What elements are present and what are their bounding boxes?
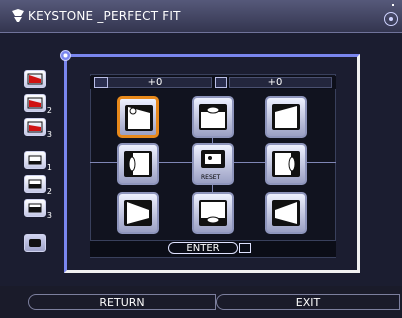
screen-number: 3 <box>46 211 52 220</box>
exit-button[interactable]: EXIT <box>216 294 400 310</box>
screen-icon <box>28 203 42 213</box>
left-edge-icon <box>124 151 152 177</box>
page-title: KEYSTONE _PERFECT FIT <box>28 9 181 23</box>
bottom-edge-icon <box>199 200 227 226</box>
indicator-dot <box>392 4 394 6</box>
settings-icon[interactable] <box>384 12 398 26</box>
keystone-icon <box>12 9 24 22</box>
bottom-left-corner-icon <box>124 200 152 226</box>
memory-number: 3 <box>46 130 52 139</box>
top-right-corner-icon <box>272 104 300 130</box>
tile-reset[interactable]: RESET <box>192 143 234 185</box>
vertical-arrows-icon <box>215 77 227 88</box>
memory-icon <box>27 121 43 133</box>
memory-button-1[interactable] <box>24 70 46 88</box>
tile-top-right-corner[interactable] <box>265 96 307 138</box>
top-left-corner-icon <box>125 105 153 131</box>
screen-number: 2 <box>46 187 52 196</box>
right-edge-icon <box>272 151 300 177</box>
bottom-right-corner-icon <box>272 200 300 226</box>
screen-number: 1 <box>46 163 52 172</box>
memory-button-3[interactable]: 3 <box>24 118 52 139</box>
screen-button-1[interactable]: 1 <box>24 151 52 172</box>
keystone-perfect-fit-screen: KEYSTONE _PERFECT FIT 2 3 1 2 3 +0 +0 RE… <box>0 0 402 318</box>
screen-icon <box>28 179 42 189</box>
tile-bottom-left-corner[interactable] <box>117 192 159 234</box>
horizontal-arrows-icon <box>94 77 108 88</box>
tile-top-edge[interactable] <box>192 96 234 138</box>
screen-button-3[interactable]: 3 <box>24 199 52 220</box>
reset-icon <box>201 150 225 168</box>
tile-right-edge[interactable] <box>265 143 307 185</box>
blank-button[interactable] <box>24 234 46 252</box>
memory-number: 2 <box>46 106 52 115</box>
tile-left-edge[interactable] <box>117 143 159 185</box>
memory-icon <box>27 97 43 109</box>
reset-label: RESET <box>201 174 221 181</box>
tile-bottom-right-corner[interactable] <box>265 192 307 234</box>
blank-icon <box>29 239 41 247</box>
screen-icon <box>28 155 42 165</box>
enter-icon <box>239 243 251 253</box>
tile-top-left-corner[interactable] <box>117 96 159 138</box>
top-edge-icon <box>199 104 227 130</box>
memory-icon <box>27 73 43 85</box>
return-button[interactable]: RETURN <box>28 294 216 310</box>
enter-button[interactable]: ENTER <box>168 242 238 254</box>
memory-button-2[interactable]: 2 <box>24 94 52 115</box>
horizontal-value: +0 <box>147 77 163 88</box>
tile-bottom-edge[interactable] <box>192 192 234 234</box>
screen-button-2[interactable]: 2 <box>24 175 52 196</box>
frame-corner-dot <box>60 50 71 61</box>
title-bar: KEYSTONE _PERFECT FIT <box>0 0 402 33</box>
vertical-value: +0 <box>267 77 283 88</box>
